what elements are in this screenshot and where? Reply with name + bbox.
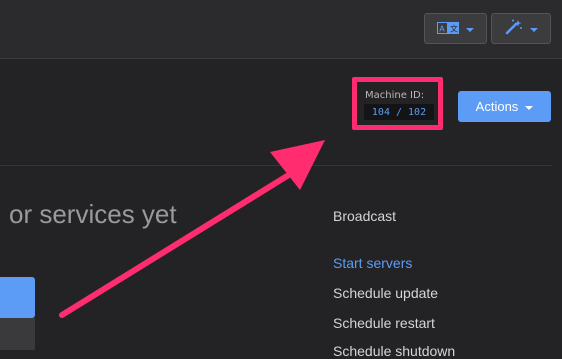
chevron-down-icon — [529, 28, 538, 32]
svg-text:文: 文 — [450, 24, 458, 34]
menu-item-schedule-update[interactable]: Schedule update — [333, 285, 438, 301]
top-toolbar: A 文 — [0, 0, 562, 59]
magic-dropdown-button[interactable] — [491, 13, 551, 44]
machine-id-value: 104 / 102 — [364, 104, 434, 120]
menu-item-start-servers[interactable]: Start servers — [333, 255, 412, 271]
section-divider — [0, 165, 552, 166]
magic-wand-icon — [505, 19, 523, 39]
menu-item-broadcast[interactable]: Broadcast — [333, 208, 396, 224]
chevron-down-icon — [525, 106, 534, 110]
svg-text:A: A — [439, 25, 445, 34]
actions-button-label: Actions — [475, 99, 519, 114]
menu-item-schedule-shutdown[interactable]: Schedule shutdown — [333, 343, 455, 359]
chevron-down-icon — [466, 28, 474, 32]
secondary-button-partial[interactable] — [0, 318, 35, 350]
menu-item-schedule-restart[interactable]: Schedule restart — [333, 315, 435, 331]
primary-button-partial[interactable] — [0, 277, 35, 318]
translate-icon: A 文 — [437, 19, 459, 38]
machine-id-label: Machine ID: — [365, 90, 425, 101]
actions-button[interactable]: Actions — [458, 91, 551, 122]
empty-state-heading: or services yet — [9, 199, 177, 229]
translate-dropdown-button[interactable]: A 文 — [424, 13, 487, 44]
